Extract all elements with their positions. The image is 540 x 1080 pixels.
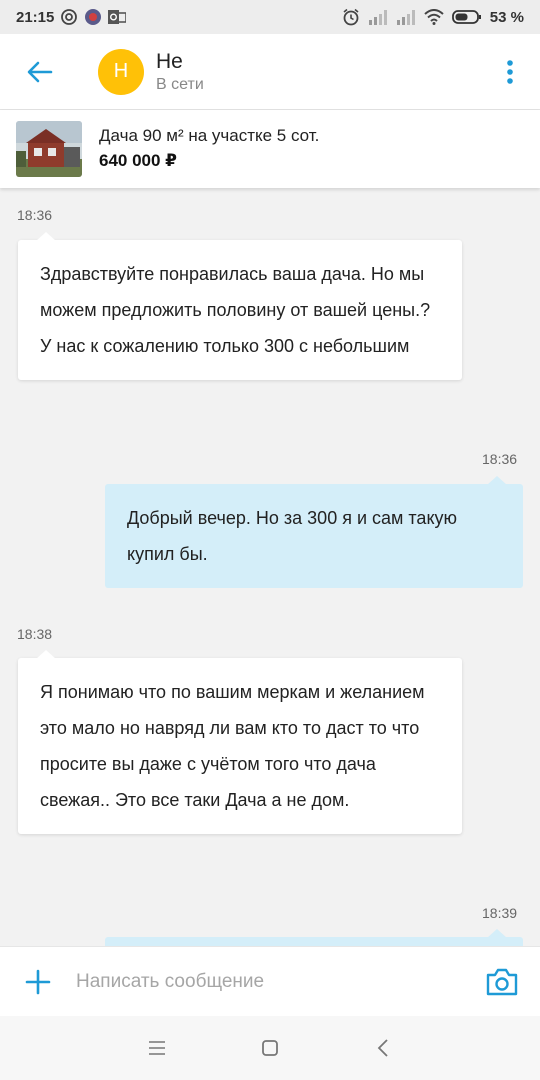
listing-title: Дача 90 м² на участке 5 сот.	[99, 126, 320, 145]
attach-button[interactable]	[0, 947, 76, 1017]
battery-icon	[451, 9, 482, 25]
outlook-icon	[108, 9, 127, 25]
message-time: 18:39	[482, 905, 518, 921]
contact-info[interactable]: Не В сети	[156, 49, 204, 95]
camera-icon	[486, 968, 518, 995]
listing-thumbnail	[16, 121, 82, 177]
at-icon	[60, 8, 78, 26]
camera-button[interactable]	[464, 947, 540, 1017]
message-time: 18:38	[17, 626, 53, 642]
listing-card[interactable]: Дача 90 м² на участке 5 сот. 640 000 ₽	[0, 110, 540, 188]
square-icon	[262, 1040, 278, 1056]
arrow-left-icon	[27, 61, 53, 82]
status-time: 21:15	[16, 8, 55, 26]
status-bar: 21:15 53 %	[0, 0, 540, 34]
notification-icon	[84, 8, 102, 26]
chat-header: Н Не В сети	[0, 34, 540, 110]
message-composer	[0, 946, 540, 1016]
system-back-button[interactable]	[353, 1018, 413, 1078]
incoming-message[interactable]: Здравствуйте понравилась ваша дача. Но м…	[18, 232, 462, 380]
message-input[interactable]	[76, 959, 464, 1004]
message-text: Здравствуйте понравилась ваша дача. Но м…	[40, 264, 431, 356]
menu-icon	[148, 1041, 165, 1055]
wifi-icon	[424, 9, 444, 25]
alarm-icon	[342, 8, 360, 26]
signal-icon	[368, 9, 388, 25]
chevron-left-icon	[378, 1039, 388, 1057]
recent-apps-button[interactable]	[127, 1018, 187, 1078]
listing-price: 640 000 ₽	[99, 151, 178, 170]
plus-icon	[25, 969, 51, 994]
more-options-button[interactable]	[480, 34, 540, 110]
signal-icon	[396, 9, 416, 25]
message-text: Я понимаю что по вашим меркам и желанием…	[40, 682, 425, 810]
incoming-message[interactable]: Я понимаю что по вашим меркам и желанием…	[18, 650, 462, 834]
system-nav-bar	[0, 1016, 540, 1080]
more-vertical-icon	[507, 59, 513, 84]
battery-percent: 53 %	[489, 8, 524, 26]
message-text: Добрый вечер. Но за 300 я и сам такую ку…	[127, 508, 458, 564]
message-time: 18:36	[482, 451, 518, 467]
message-time: 18:36	[17, 207, 53, 223]
back-button[interactable]	[0, 34, 80, 110]
outgoing-message[interactable]: Добрый вечер. Но за 300 я и сам такую ку…	[105, 476, 523, 588]
avatar[interactable]: Н	[98, 48, 144, 95]
contact-status: В сети	[156, 75, 204, 93]
contact-name: Не	[156, 49, 183, 73]
home-button[interactable]	[240, 1018, 300, 1078]
